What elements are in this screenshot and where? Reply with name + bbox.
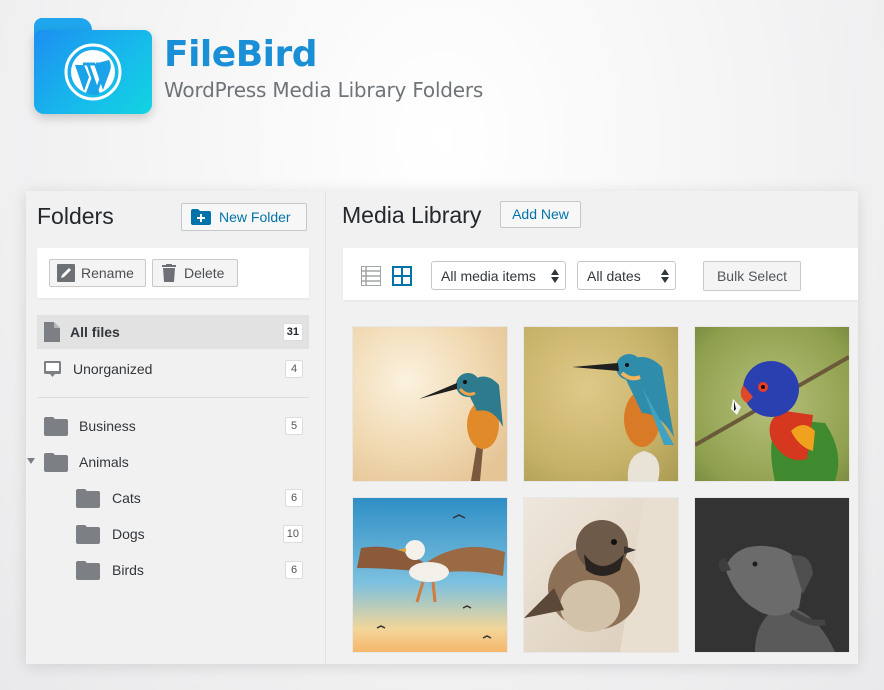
folder-icon (44, 417, 68, 436)
media-item-seagull[interactable] (353, 498, 507, 652)
folder-icon (44, 453, 68, 472)
delete-label: Delete (184, 265, 225, 281)
media-toolbar: All media items All dates Bulk Select (343, 248, 858, 300)
trash-icon (162, 264, 176, 282)
folder-count: 5 (285, 417, 303, 435)
folders-title: Folders (37, 203, 114, 229)
folder-plus-icon (191, 209, 211, 225)
select-arrows-icon (661, 269, 669, 283)
sparrow-image (524, 498, 678, 652)
kingfisher-image (524, 327, 678, 481)
folder-count: 4 (285, 360, 303, 378)
media-item-rainbow-lorikeet[interactable] (695, 327, 849, 481)
list-view-icon[interactable] (361, 266, 381, 286)
wordpress-icon (64, 43, 122, 101)
media-main: Media Library Add New All media items Al… (327, 191, 858, 664)
date-filter-value: All dates (587, 267, 641, 284)
folder-label: Cats (112, 490, 141, 506)
folder-tree: All files 31 Unorganized 4 Business 5 An… (27, 315, 309, 588)
folder-count: 6 (285, 561, 303, 579)
media-item-kingfisher-2[interactable] (524, 327, 678, 481)
filebird-logo (34, 18, 152, 114)
caret-down-icon[interactable] (27, 458, 35, 464)
media-library-window: Folders New Folder Rename Delete All fil… (26, 191, 858, 664)
folder-toolbar: Rename Delete (37, 248, 309, 298)
new-folder-button[interactable]: New Folder (181, 203, 307, 231)
brand-header: FileBird WordPress Media Library Folders (34, 18, 483, 114)
folder-icon (76, 525, 100, 544)
rename-label: Rename (81, 265, 134, 281)
parrot-image (695, 327, 849, 481)
media-item-dog[interactable] (695, 498, 849, 652)
folder-icon (76, 561, 100, 580)
inbox-icon (44, 361, 61, 377)
folder-item-business[interactable]: Business 5 (37, 408, 309, 444)
folder-count: 31 (282, 323, 303, 341)
select-arrows-icon (551, 269, 559, 283)
bulk-select-button[interactable]: Bulk Select (703, 261, 801, 291)
folder-icon (76, 489, 100, 508)
tree-divider (37, 397, 309, 398)
page-title: Media Library (342, 202, 482, 228)
folder-label: Unorganized (73, 361, 153, 377)
folder-item-dogs[interactable]: Dogs 10 (37, 516, 309, 552)
folder-label: Business (79, 418, 136, 434)
media-item-sparrow[interactable] (524, 498, 678, 652)
folders-sidebar: Folders New Folder Rename Delete All fil… (26, 191, 326, 664)
media-type-value: All media items (441, 267, 536, 284)
media-item-kingfisher-1[interactable] (353, 327, 507, 481)
file-icon (44, 322, 60, 342)
dog-image (695, 498, 849, 652)
brand-title: FileBird (164, 34, 318, 75)
edit-icon (57, 264, 75, 282)
folder-item-all-files[interactable]: All files 31 (37, 315, 309, 349)
folder-count: 10 (282, 525, 303, 543)
folder-label: Dogs (112, 526, 145, 542)
delete-button[interactable]: Delete (152, 259, 238, 287)
folder-item-birds[interactable]: Birds 6 (37, 552, 309, 588)
rename-button[interactable]: Rename (49, 259, 146, 287)
folder-item-cats[interactable]: Cats 6 (37, 480, 309, 516)
folder-item-animals[interactable]: Animals (27, 444, 309, 480)
gull-image (353, 498, 507, 652)
add-new-button[interactable]: Add New (500, 201, 581, 228)
folder-item-unorganized[interactable]: Unorganized 4 (37, 351, 309, 387)
brand-subtitle: WordPress Media Library Folders (164, 78, 484, 102)
folder-label: Animals (79, 454, 129, 470)
grid-view-icon[interactable] (392, 266, 412, 286)
date-filter[interactable]: All dates (577, 261, 676, 290)
media-type-filter[interactable]: All media items (431, 261, 566, 290)
folder-label: All files (70, 324, 120, 340)
folder-label: Birds (112, 562, 144, 578)
new-folder-label: New Folder (219, 209, 291, 225)
kingfisher-image (353, 327, 507, 481)
folder-count: 6 (285, 489, 303, 507)
